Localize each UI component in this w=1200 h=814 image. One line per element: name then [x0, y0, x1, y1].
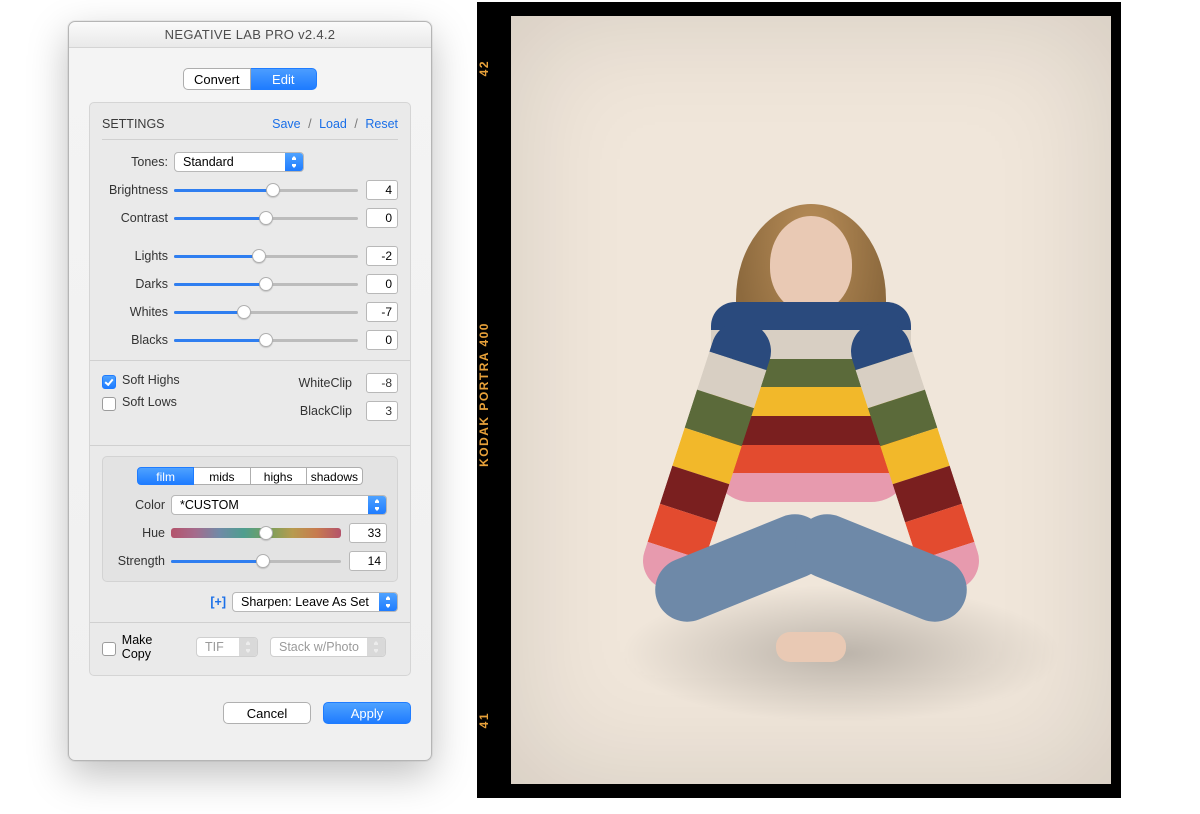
- tab-mids[interactable]: mids: [194, 467, 250, 485]
- whites-value[interactable]: -7: [366, 302, 398, 322]
- contrast-value[interactable]: 0: [366, 208, 398, 228]
- hue-slider[interactable]: [171, 524, 341, 542]
- settings-heading: SETTINGS: [102, 117, 165, 131]
- soft-highs-checkbox[interactable]: [102, 375, 116, 389]
- lights-value[interactable]: -2: [366, 246, 398, 266]
- copy-stack-select[interactable]: Stack w/Photo: [270, 637, 386, 657]
- nlp-dialog: NEGATIVE LAB PRO v2.4.2 Convert Edit SET…: [68, 21, 432, 761]
- sharpen-select[interactable]: Sharpen: Leave As Set: [232, 592, 398, 612]
- make-copy-label: Make Copy: [122, 633, 184, 661]
- tab-shadows[interactable]: shadows: [307, 467, 363, 485]
- film-preview: 42 KODAK PORTRA 400 41: [477, 2, 1121, 798]
- blackclip-label: BlackClip: [288, 404, 352, 418]
- whiteclip-value[interactable]: -8: [366, 373, 398, 393]
- link-save[interactable]: Save: [272, 117, 301, 131]
- tab-edit[interactable]: Edit: [251, 68, 318, 90]
- copy-format-select[interactable]: TIF: [196, 637, 258, 657]
- hue-label: Hue: [113, 526, 165, 540]
- divider: [90, 622, 410, 623]
- divider: [90, 445, 410, 446]
- brightness-label: Brightness: [102, 183, 168, 197]
- tones-select[interactable]: Standard: [174, 152, 304, 172]
- blackclip-value[interactable]: 3: [366, 401, 398, 421]
- photo-area: [511, 16, 1111, 784]
- darks-slider[interactable]: [174, 275, 358, 293]
- settings-panel: SETTINGS Save / Load / Reset Tones: Stan…: [89, 102, 411, 676]
- soft-lows-checkbox[interactable]: [102, 397, 116, 411]
- contrast-label: Contrast: [102, 211, 168, 225]
- film-frame-bottom: 41: [477, 712, 511, 728]
- strength-slider[interactable]: [171, 552, 341, 570]
- link-reset[interactable]: Reset: [365, 117, 398, 131]
- darks-label: Darks: [102, 277, 168, 291]
- film-frame-top: 42: [477, 60, 511, 76]
- soft-highs-label: Soft Highs: [122, 373, 180, 387]
- tones-value: Standard: [183, 155, 234, 169]
- sep: /: [308, 117, 311, 131]
- sep: /: [354, 117, 357, 131]
- strength-value[interactable]: 14: [349, 551, 387, 571]
- link-load[interactable]: Load: [319, 117, 347, 131]
- window-title: NEGATIVE LAB PRO v2.4.2: [69, 22, 431, 48]
- tab-convert[interactable]: Convert: [183, 68, 251, 90]
- soft-lows-label: Soft Lows: [122, 395, 177, 409]
- brightness-value[interactable]: 4: [366, 180, 398, 200]
- brightness-slider[interactable]: [174, 181, 358, 199]
- whites-label: Whites: [102, 305, 168, 319]
- sharpen-expand[interactable]: [+]: [210, 595, 226, 609]
- whites-slider[interactable]: [174, 303, 358, 321]
- divider: [90, 360, 410, 361]
- color-label: Color: [113, 498, 165, 512]
- settings-links: Save / Load / Reset: [272, 117, 398, 131]
- blacks-label: Blacks: [102, 333, 168, 347]
- contrast-slider[interactable]: [174, 209, 358, 227]
- tab-highs[interactable]: highs: [251, 467, 307, 485]
- color-target-segmented: film mids highs shadows: [137, 467, 363, 485]
- whiteclip-label: WhiteClip: [288, 376, 352, 390]
- lights-label: Lights: [102, 249, 168, 263]
- copy-stack-value: Stack w/Photo: [279, 640, 359, 654]
- blacks-slider[interactable]: [174, 331, 358, 349]
- strength-label: Strength: [113, 554, 165, 568]
- color-select[interactable]: *CUSTOM: [171, 495, 387, 515]
- blacks-value[interactable]: 0: [366, 330, 398, 350]
- sharpen-value: Sharpen: Leave As Set: [241, 595, 369, 609]
- apply-button[interactable]: Apply: [323, 702, 411, 724]
- tones-label: Tones:: [102, 155, 168, 169]
- copy-format-value: TIF: [205, 640, 224, 654]
- hue-value[interactable]: 33: [349, 523, 387, 543]
- darks-value[interactable]: 0: [366, 274, 398, 294]
- cancel-button[interactable]: Cancel: [223, 702, 311, 724]
- tab-film[interactable]: film: [137, 467, 194, 485]
- color-subpanel: film mids highs shadows Color *CUSTOM Hu…: [102, 456, 398, 582]
- mode-segmented: Convert Edit: [183, 68, 317, 90]
- make-copy-checkbox[interactable]: [102, 642, 116, 656]
- lights-slider[interactable]: [174, 247, 358, 265]
- color-value: *CUSTOM: [180, 498, 239, 512]
- film-brand: KODAK PORTRA 400: [477, 322, 511, 467]
